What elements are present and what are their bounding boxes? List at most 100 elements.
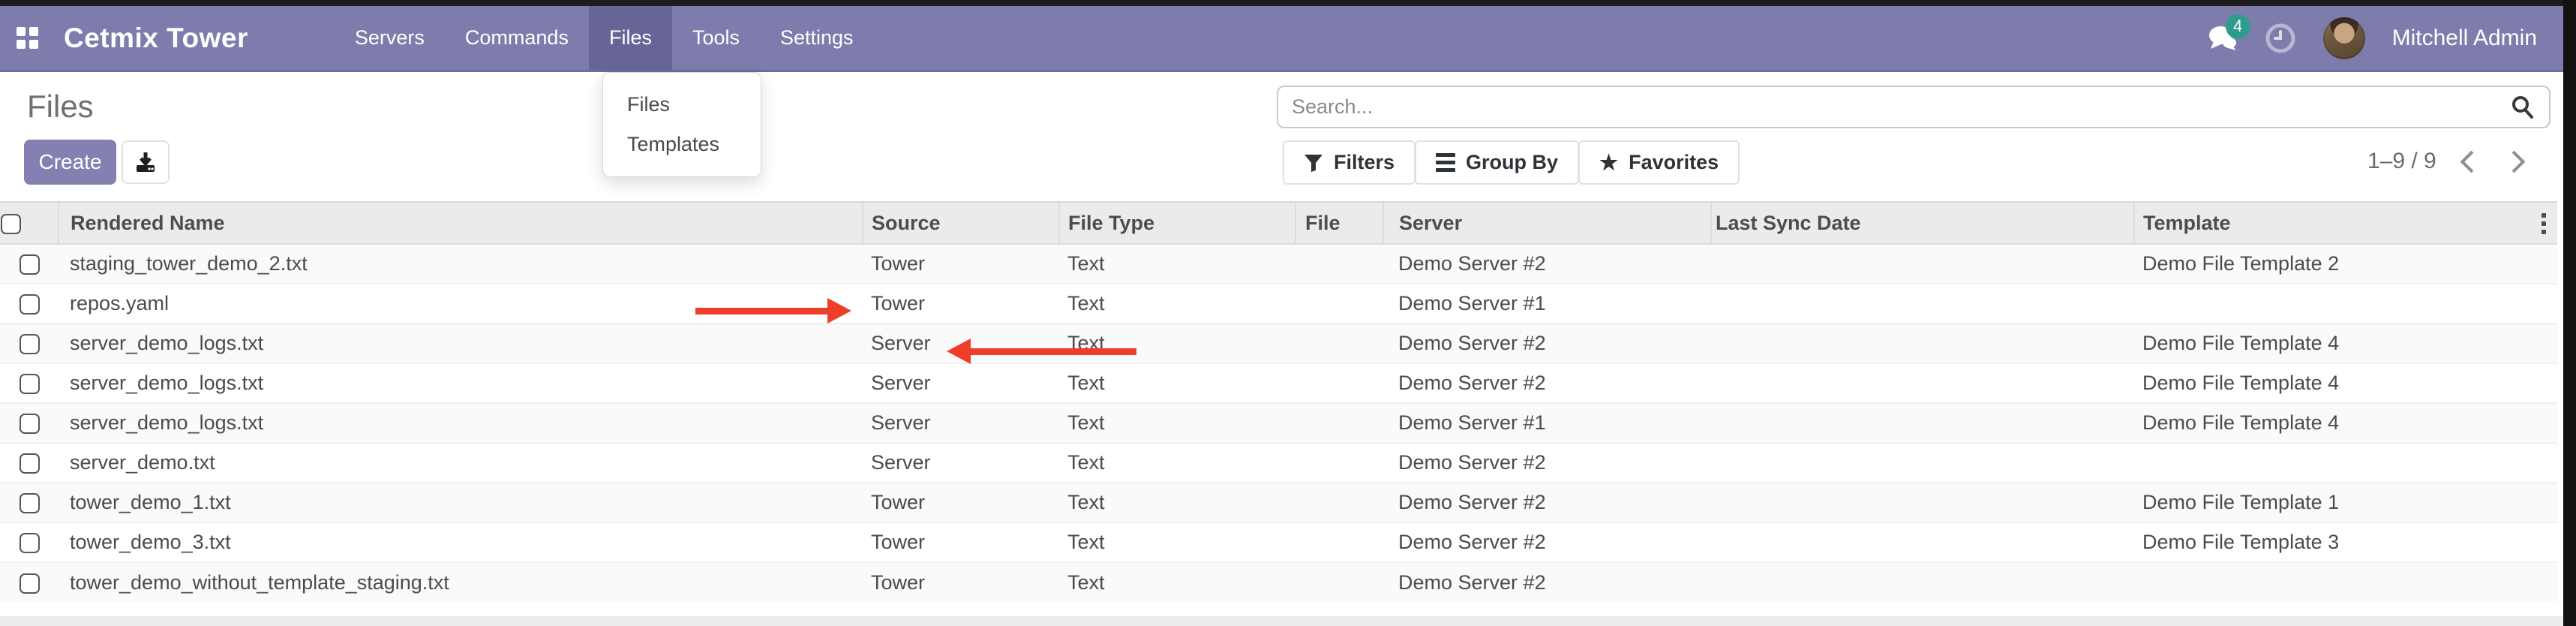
group-by-button[interactable]: Group By <box>1415 140 1579 185</box>
nav-item-files[interactable]: Files <box>589 6 672 70</box>
row-checkbox[interactable] <box>20 453 40 474</box>
cell-server: Demo Server #2 <box>1383 522 1711 562</box>
files-menu-dropdown: FilesTemplates <box>602 72 761 177</box>
cell-file_type: Text <box>1059 244 1296 284</box>
pager-previous-button[interactable] <box>2460 150 2482 173</box>
nav-item-commands[interactable]: Commands <box>445 6 589 70</box>
table-row[interactable]: server_demo_logs.txtServerTextDemo Serve… <box>0 324 2557 363</box>
table-row[interactable]: repos.yamlTowerTextDemo Server #1 <box>0 284 2557 324</box>
cell-rendered_name: tower_demo_without_template_staging.txt <box>59 562 863 602</box>
column-header-rendered_name[interactable]: Rendered Name <box>59 202 863 244</box>
row-checkbox[interactable] <box>20 374 40 394</box>
row-checkbox[interactable] <box>20 334 40 354</box>
cell-source: Server <box>863 324 1059 363</box>
cell-source: Tower <box>863 522 1059 562</box>
cell-rendered_name: server_demo.txt <box>59 443 863 483</box>
column-header-last_sync_date[interactable]: Last Sync Date <box>1711 202 2134 244</box>
create-button[interactable]: Create <box>24 140 116 185</box>
cell-template: Demo File Template 3 <box>2134 522 2557 562</box>
column-header-source[interactable]: Source <box>863 202 1059 244</box>
group-by-bars-icon <box>1436 153 1455 172</box>
column-header-template[interactable]: Template <box>2134 202 2557 244</box>
star-icon: ★ <box>1599 152 1618 173</box>
cell-server: Demo Server #2 <box>1383 483 1711 522</box>
filters-button[interactable]: Filters <box>1283 140 1416 185</box>
table-row[interactable]: tower_demo_without_template_staging.txtT… <box>0 562 2557 602</box>
cell-server: Demo Server #2 <box>1383 244 1711 284</box>
user-avatar <box>2323 17 2365 59</box>
cell-rendered_name: staging_tower_demo_2.txt <box>59 244 863 284</box>
content-footer-strip <box>0 616 2563 626</box>
main-menu: ServersCommandsFilesToolsSettings <box>335 6 874 70</box>
dropdown-item-files[interactable]: Files <box>603 85 761 125</box>
cell-source: Tower <box>863 284 1059 324</box>
table-row[interactable]: server_demo_logs.txtServerTextDemo Serve… <box>0 363 2557 403</box>
cell-last_sync_date <box>1711 443 2134 483</box>
pager: 1–9 / 9 <box>2367 149 2522 174</box>
search-bar <box>1277 86 2550 128</box>
cell-source: Tower <box>863 244 1059 284</box>
cell-file <box>1296 522 1383 562</box>
cell-file_type: Text <box>1059 483 1296 522</box>
select-all-checkbox[interactable] <box>1 214 21 234</box>
column-header-file_type[interactable]: File Type <box>1059 202 1296 244</box>
group-by-label: Group By <box>1466 151 1558 174</box>
cell-file <box>1296 562 1383 602</box>
dropdown-item-templates[interactable]: Templates <box>603 125 761 164</box>
row-checkbox[interactable] <box>20 294 40 315</box>
apps-menu-button[interactable] <box>0 6 55 70</box>
export-button[interactable] <box>122 140 170 184</box>
cell-source: Server <box>863 443 1059 483</box>
apps-grid-icon <box>17 27 38 49</box>
cell-source: Tower <box>863 483 1059 522</box>
table-row[interactable]: server_demo_logs.txtServerTextDemo Serve… <box>0 403 2557 443</box>
row-checkbox[interactable] <box>20 573 40 594</box>
cell-source: Server <box>863 403 1059 443</box>
row-checkbox[interactable] <box>20 493 40 513</box>
cell-source: Server <box>863 363 1059 403</box>
column-header-file[interactable]: File <box>1296 202 1383 244</box>
cell-file <box>1296 483 1383 522</box>
filters-label: Filters <box>1334 151 1395 174</box>
messages-button[interactable]: 4 <box>2208 25 2238 52</box>
cell-server: Demo Server #1 <box>1383 284 1711 324</box>
table-row[interactable]: tower_demo_3.txtTowerTextDemo Server #2D… <box>0 522 2557 562</box>
nav-item-tools[interactable]: Tools <box>672 6 760 70</box>
column-header-server[interactable]: Server <box>1383 202 1711 244</box>
user-name[interactable]: Mitchell Admin <box>2392 26 2537 51</box>
row-checkbox[interactable] <box>20 533 40 553</box>
brand-title[interactable]: Cetmix Tower <box>64 6 248 70</box>
search-icon[interactable] <box>2510 95 2535 120</box>
cell-file <box>1296 244 1383 284</box>
pager-next-button[interactable] <box>2502 150 2525 173</box>
cell-template: Demo File Template 4 <box>2134 363 2557 403</box>
page-title: Files <box>27 89 94 125</box>
optional-columns-toggle[interactable] <box>2541 213 2546 234</box>
nav-item-servers[interactable]: Servers <box>335 6 445 70</box>
cell-last_sync_date <box>1711 522 2134 562</box>
activities-button[interactable] <box>2265 23 2296 54</box>
user-menu[interactable] <box>2323 17 2365 59</box>
table-row[interactable]: staging_tower_demo_2.txtTowerText Demo Se… <box>0 244 2557 284</box>
nav-item-settings[interactable]: Settings <box>760 6 874 70</box>
cell-rendered_name: server_demo_logs.txt <box>59 324 863 363</box>
window-top-edge <box>0 0 2576 6</box>
table-row[interactable]: tower_demo_1.txtTowerText Demo Server #2 D… <box>0 483 2557 522</box>
clock-icon <box>2265 23 2296 54</box>
cell-server: Demo Server #1 <box>1383 403 1711 443</box>
cell-rendered_name: tower_demo_1.txt <box>59 483 863 522</box>
table-row[interactable]: server_demo.txtServerTextDemo Server #2 <box>0 443 2557 483</box>
cell-last_sync_date <box>1711 363 2134 403</box>
cell-last_sync_date <box>1711 403 2134 443</box>
cell-file <box>1296 284 1383 324</box>
search-input[interactable] <box>1277 86 2550 128</box>
cell-template: Demo File Template 4 <box>2134 324 2557 363</box>
cell-template: Demo File Template 1 <box>2134 483 2557 522</box>
cell-file <box>1296 363 1383 403</box>
cell-rendered_name: server_demo_logs.txt <box>59 363 863 403</box>
favorites-button[interactable]: ★ Favorites <box>1578 140 1740 185</box>
row-checkbox[interactable] <box>20 254 40 275</box>
cell-file_type: Text <box>1059 443 1296 483</box>
cell-last_sync_date <box>1711 483 2134 522</box>
row-checkbox[interactable] <box>20 414 40 434</box>
